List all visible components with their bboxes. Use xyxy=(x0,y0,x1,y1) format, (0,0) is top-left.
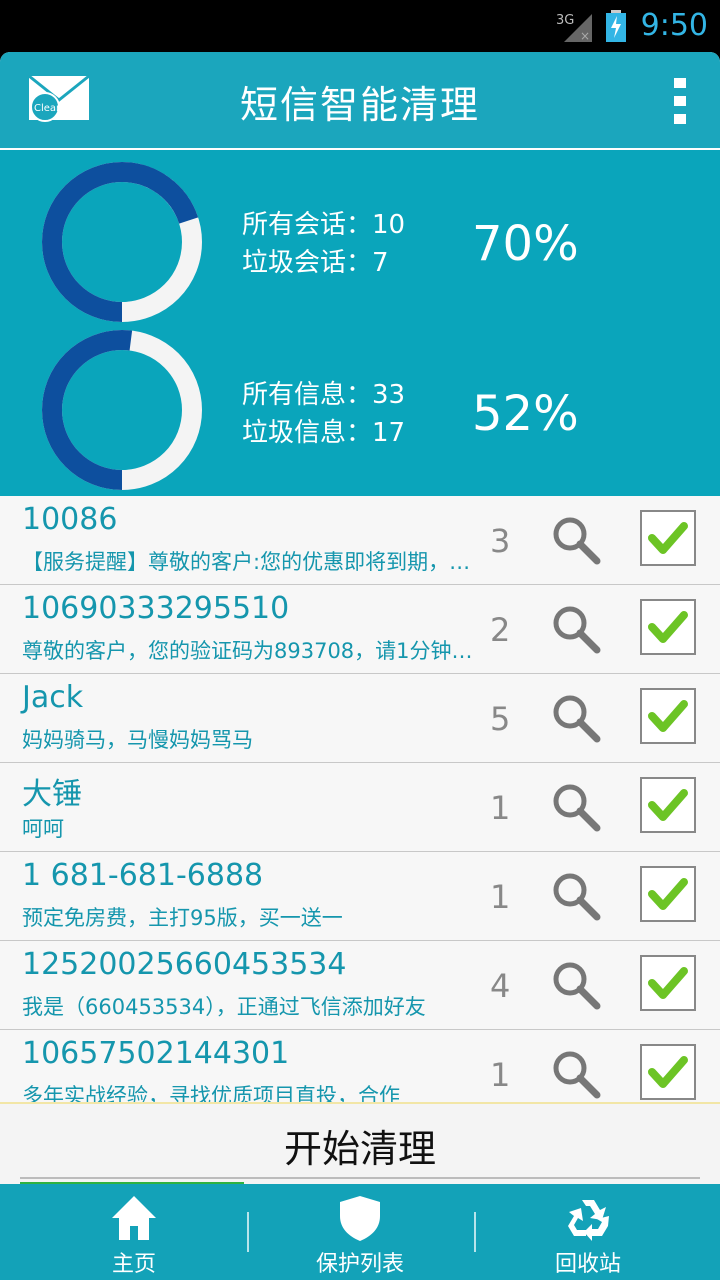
junk-conversations-label: 垃圾会话：7 xyxy=(242,248,389,278)
message-count: 1 xyxy=(490,1056,511,1094)
message-count: 1 xyxy=(490,878,511,916)
search-icon[interactable] xyxy=(550,692,602,744)
recycle-icon xyxy=(568,1200,609,1241)
select-checkbox[interactable] xyxy=(640,955,696,1011)
page-title: 短信智能清理 xyxy=(239,83,480,127)
bottom-tab-bar: 主页 保护列表 回收站 xyxy=(0,1184,720,1280)
conversation-list[interactable]: 10086 【服务提醒】尊敬的客户:您的优惠即将到期，请及时办理 3 10690333… xyxy=(0,496,720,1102)
search-icon[interactable] xyxy=(550,514,602,566)
search-icon[interactable] xyxy=(550,1048,602,1100)
message-count: 4 xyxy=(490,967,511,1005)
clean-area: 开始清理 xyxy=(0,1102,720,1184)
stats-panel: 所有会话：10 垃圾会话：7 70% 所有信息：33 垃圾信息：17 52% xyxy=(0,150,720,496)
search-icon[interactable] xyxy=(550,781,602,833)
conversation-preview: 尊敬的客户，您的验证码为893708，请1分钟内完成 xyxy=(22,639,482,663)
select-checkbox[interactable] xyxy=(640,866,696,922)
select-checkbox[interactable] xyxy=(640,510,696,566)
conversation-sender: Jack xyxy=(22,680,84,715)
message-count: 3 xyxy=(490,522,511,560)
progress-track xyxy=(20,1177,700,1179)
list-item[interactable]: 1 681-681-6888 预定免房费，主打95版，买一送一 1 xyxy=(0,852,720,942)
conversation-preview: 【服务提醒】尊敬的客户:您的优惠即将到期，请及时办理 xyxy=(22,550,482,574)
conversation-preview: 呵呵 xyxy=(22,817,64,841)
tab-home-label: 主页 xyxy=(111,1252,156,1277)
conversations-percent: 70% xyxy=(472,216,579,272)
conversation-preview: 预定免房费，主打95版，买一送一 xyxy=(22,906,343,930)
tab-home[interactable]: 主页 xyxy=(14,1184,254,1280)
tab-protect-list[interactable]: 保护列表 xyxy=(240,1184,480,1280)
list-item[interactable]: 12520025660453534 我是（660453534），正通过飞信添加好友… xyxy=(0,941,720,1031)
select-checkbox[interactable] xyxy=(640,777,696,833)
home-icon xyxy=(112,1196,156,1240)
all-messages-label: 所有信息：33 xyxy=(242,380,406,410)
messages-ring-chart xyxy=(42,330,202,490)
conversation-sender: 12520025660453534 xyxy=(22,947,347,982)
list-item[interactable]: 10086 【服务提醒】尊敬的客户:您的优惠即将到期，请及时办理 3 xyxy=(0,496,720,586)
conversation-sender: 10690333295510 xyxy=(22,591,290,626)
search-icon[interactable] xyxy=(550,870,602,922)
conversation-sender: 10657502144301 xyxy=(22,1036,290,1071)
clock: 9:50 xyxy=(640,8,708,43)
message-count: 1 xyxy=(490,789,511,827)
list-item[interactable]: 大锤呵呵 1 xyxy=(0,763,720,853)
network-label: 3G xyxy=(556,13,574,28)
app-header: Clear 短信智能清理 xyxy=(0,52,720,148)
svg-text:×: × xyxy=(580,29,590,42)
start-clean-button[interactable]: 开始清理 xyxy=(0,1118,720,1173)
junk-messages-label: 垃圾信息：17 xyxy=(242,418,406,448)
conversation-sender: 大锤 xyxy=(22,777,82,812)
conversations-ring-chart xyxy=(42,162,202,322)
tab-protect-label: 保护列表 xyxy=(315,1252,404,1277)
conversation-preview: 多年实战经验，寻找优质项目直投，合作 xyxy=(22,1084,400,1102)
conversation-sender: 1 681-681-6888 xyxy=(22,858,264,893)
select-checkbox[interactable] xyxy=(640,688,696,744)
list-item[interactable]: 10690333295510 尊敬的客户，您的验证码为893708，请1分钟内完成… xyxy=(0,585,720,675)
list-item[interactable]: 10657502144301 多年实战经验，寻找优质项目直投，合作 1 xyxy=(0,1030,720,1102)
status-bar: 3G × 9:50 xyxy=(0,0,720,52)
shield-icon xyxy=(340,1196,380,1241)
signal-icon: 3G × xyxy=(556,13,592,42)
list-item[interactable]: Jack 妈妈骑马，马慢妈妈骂马 5 xyxy=(0,674,720,764)
search-icon[interactable] xyxy=(550,959,602,1011)
message-count: 5 xyxy=(490,700,511,738)
conversation-preview: 我是（660453534），正通过飞信添加好友 xyxy=(22,995,426,1019)
tab-recycle-label: 回收站 xyxy=(554,1252,621,1277)
overflow-menu-icon[interactable] xyxy=(674,78,686,124)
conversation-preview: 妈妈骑马，马慢妈妈骂马 xyxy=(22,728,253,752)
conversation-sender: 10086 xyxy=(22,502,118,537)
search-icon[interactable] xyxy=(550,603,602,655)
battery-icon xyxy=(606,10,626,42)
messages-percent: 52% xyxy=(472,386,579,442)
message-count: 2 xyxy=(490,611,511,649)
select-checkbox[interactable] xyxy=(640,1044,696,1100)
all-conversations-label: 所有会话：10 xyxy=(242,210,406,240)
tab-recycle-bin[interactable]: 回收站 xyxy=(468,1184,708,1280)
app-window: Clear 短信智能清理 所有会话：10 垃圾会话：7 70% 所有信息：33 … xyxy=(0,52,720,1280)
select-checkbox[interactable] xyxy=(640,599,696,655)
